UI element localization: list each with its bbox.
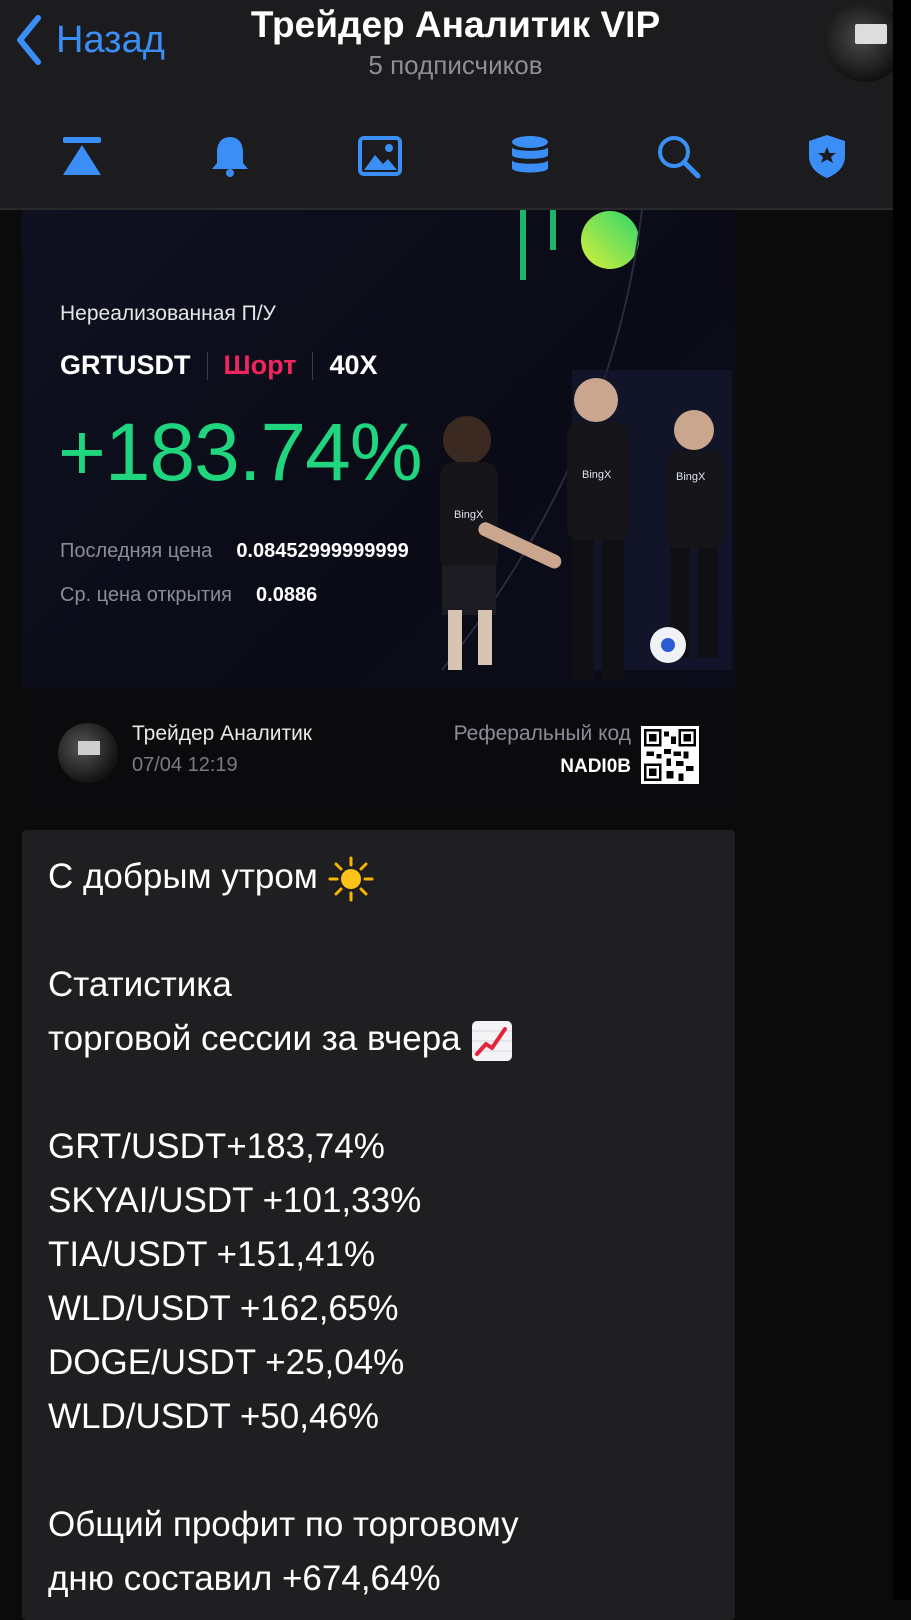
open-price-label: Ср. цена открытия	[60, 584, 233, 606]
qr-code-icon	[641, 726, 699, 784]
chart-increasing-icon	[471, 1020, 512, 1061]
pnl-percent: +183.74%	[58, 407, 423, 498]
pair-separator	[206, 351, 208, 380]
greeting: С добрым утром	[48, 857, 318, 896]
notifications-button[interactable]	[200, 126, 260, 186]
shield-icon	[809, 135, 845, 178]
summary-line-1: Общий профит по торговому	[48, 1505, 519, 1544]
channel-title[interactable]: Трейдер Аналитик VIP	[0, 4, 911, 46]
pair-separator	[312, 351, 314, 380]
trade-line: TIA/USDT +151,41%	[48, 1235, 376, 1274]
pair-row: GRTUSDT Шорт 40X	[60, 350, 378, 381]
author-name: Трейдер Аналитик	[132, 722, 312, 745]
referral-code: NADI0B	[560, 756, 631, 777]
brand-logo-2: BingX	[582, 469, 612, 481]
pair-name: GRTUSDT	[60, 350, 191, 380]
channel-toolbar	[0, 118, 911, 188]
position-side: Шорт	[223, 350, 297, 380]
bell-icon	[212, 137, 248, 177]
message-bubble[interactable]: С добрым утром Статистика торговой сесси…	[22, 830, 735, 1620]
pinned-button[interactable]	[52, 126, 112, 186]
brand-logo-1: BingX	[454, 509, 484, 521]
open-price-value: 0.0886	[256, 584, 318, 606]
trade-line: DOGE/USDT +25,04%	[48, 1343, 405, 1382]
pin-icon	[63, 137, 101, 175]
trade-line: GRT/USDT+183,74%	[48, 1127, 385, 1166]
last-price-value: 0.08452999999999	[236, 540, 409, 562]
avatar-screen	[78, 741, 100, 755]
brand-logo-3: BingX	[676, 471, 706, 483]
scroll-edge	[893, 0, 911, 1600]
players-illustration: BingX BingX BingX	[440, 370, 732, 680]
message-text: С добрым утром Статистика торговой сесси…	[48, 850, 728, 1606]
stats-title-2: торговой сессии за вчера	[48, 1019, 461, 1058]
last-price-row: Последняя цена 0.08452999999999	[60, 540, 409, 563]
subscriber-count: 5 подписчиков	[368, 50, 543, 80]
avatar-screen	[855, 24, 887, 44]
sun-icon	[328, 856, 374, 902]
post-date: 07/04 12:19	[132, 754, 238, 776]
trade-line: SKYAI/USDT +101,33%	[48, 1181, 422, 1220]
files-button[interactable]	[500, 126, 560, 186]
trade-line: WLD/USDT +162,65%	[48, 1289, 399, 1328]
author-avatar[interactable]	[58, 723, 118, 783]
open-price-row: Ср. цена открытия 0.0886	[60, 584, 317, 607]
database-icon	[512, 136, 548, 173]
media-button[interactable]	[350, 126, 410, 186]
last-price-label: Последняя цена	[60, 540, 213, 562]
chat-header: Назад Трейдер Аналитик VIP 5 подписчиков	[0, 0, 911, 210]
summary-line-2: дню составил +674,64%	[48, 1559, 441, 1598]
admin-button[interactable]	[797, 126, 857, 186]
greeting-line: С добрым утром	[48, 850, 728, 904]
unrealized-pnl-label: Нереализованная П/У	[60, 302, 276, 325]
search-button[interactable]	[648, 126, 708, 186]
trade-line: WLD/USDT +50,46%	[48, 1397, 380, 1436]
message-feed[interactable]: Нереализованная П/У GRTUSDT Шорт 40X +18…	[0, 210, 893, 1620]
trade-card-image[interactable]: Нереализованная П/У GRTUSDT Шорт 40X +18…	[22, 210, 735, 688]
search-icon	[658, 136, 701, 179]
stats-title-1: Статистика	[48, 965, 232, 1004]
leverage: 40X	[329, 350, 378, 380]
card-footer: Трейдер Аналитик 07/04 12:19 Реферальный…	[22, 688, 735, 814]
stats-title-line-2: торговой сессии за вчера	[48, 1012, 728, 1066]
photo-icon	[358, 136, 402, 176]
referral-label: Реферальный код	[453, 722, 631, 745]
